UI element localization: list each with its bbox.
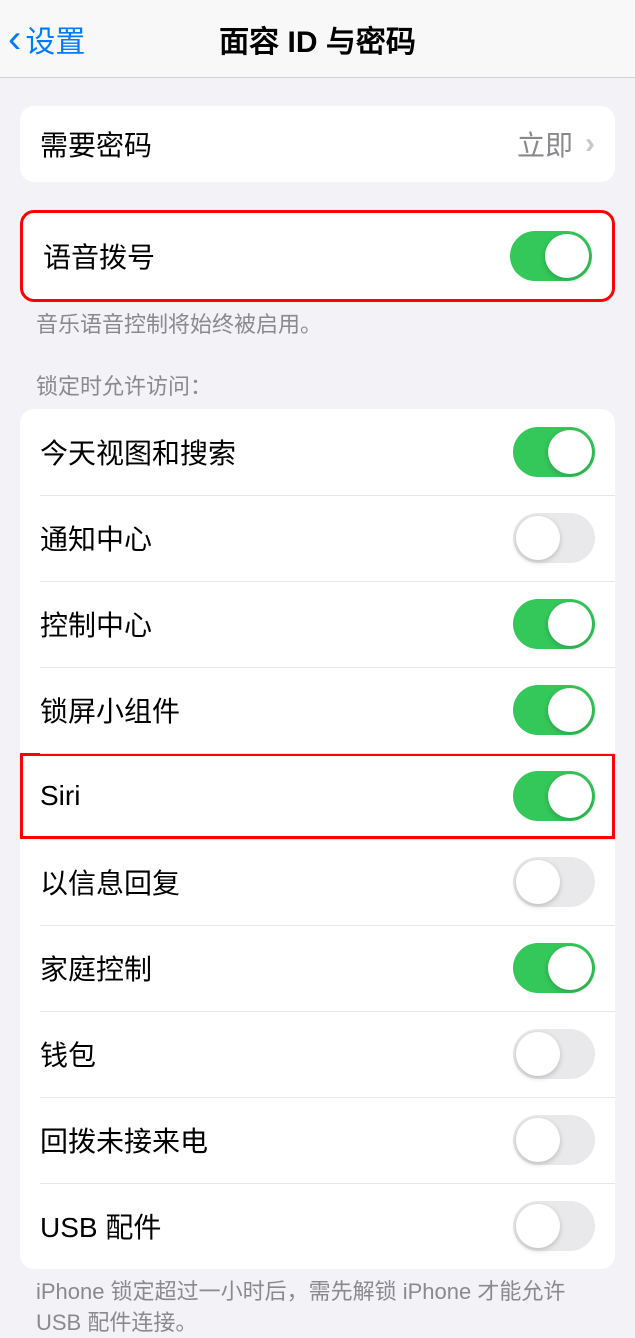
toggle-knob [516, 860, 560, 904]
lock-access-row: 以信息回复 [20, 839, 615, 925]
lock-access-item-label: 钱包 [40, 1034, 96, 1074]
lock-access-header: 锁定时允许访问： [20, 369, 615, 409]
lock-access-item-toggle[interactable] [513, 685, 595, 735]
lock-access-item-label: 控制中心 [40, 604, 152, 644]
lock-access-row: Siri [20, 753, 615, 839]
require-passcode-label: 需要密码 [40, 124, 152, 164]
chevron-left-icon: ‹ [8, 19, 21, 59]
toggle-knob [516, 1118, 560, 1162]
lock-access-row: 锁屏小组件 [20, 667, 615, 753]
lock-access-row: 回拨未接来电 [20, 1097, 615, 1183]
toggle-knob [516, 1204, 560, 1248]
require-passcode-value: 立即 [517, 124, 573, 164]
lock-access-row: 钱包 [20, 1011, 615, 1097]
back-button[interactable]: ‹ 设置 [8, 17, 85, 61]
lock-access-item-label: 锁屏小组件 [40, 690, 180, 730]
lock-access-item-toggle[interactable] [513, 1201, 595, 1251]
navigation-bar: ‹ 设置 面容 ID 与密码 [0, 0, 635, 78]
lock-access-row: 控制中心 [20, 581, 615, 667]
page-title: 面容 ID 与密码 [219, 17, 416, 61]
lock-access-row: 今天视图和搜索 [20, 409, 615, 495]
lock-access-row: USB 配件 [20, 1183, 615, 1269]
toggle-knob [545, 234, 589, 278]
toggle-knob [516, 1032, 560, 1076]
voice-dial-label: 语音拨号 [43, 236, 155, 276]
voice-dial-toggle[interactable] [510, 231, 592, 281]
toggle-knob [548, 946, 592, 990]
lock-access-list: 今天视图和搜索通知中心控制中心锁屏小组件 Siri 以信息回复家庭控制钱包回拨未接来… [20, 409, 615, 1269]
lock-access-item-toggle[interactable] [513, 599, 595, 649]
toggle-knob [548, 602, 592, 646]
voice-dial-row: 语音拨号 [23, 213, 612, 299]
chevron-right-icon: › [585, 127, 595, 161]
lock-access-row: 家庭控制 [20, 925, 615, 1011]
lock-access-item-toggle[interactable] [513, 1029, 595, 1079]
toggle-knob [516, 516, 560, 560]
lock-access-item-label: 通知中心 [40, 518, 152, 558]
lock-access-item-label: 回拨未接来电 [40, 1120, 208, 1160]
voice-dial-footer: 音乐语音控制将始终被启用。 [20, 302, 615, 341]
back-label: 设置 [25, 17, 85, 61]
lock-access-item-label: 以信息回复 [40, 862, 180, 902]
lock-access-item-toggle[interactable] [513, 857, 595, 907]
require-passcode-row[interactable]: 需要密码 立即 › [20, 106, 615, 182]
lock-access-item-label: USB 配件 [40, 1206, 161, 1246]
lock-access-footer: iPhone 锁定超过一小时后，需先解锁 iPhone 才能允许 USB 配件连… [20, 1269, 615, 1338]
lock-access-item-label: 家庭控制 [40, 948, 152, 988]
lock-access-item-label: Siri [40, 780, 80, 812]
lock-access-item-label: 今天视图和搜索 [40, 432, 236, 472]
lock-access-item-toggle[interactable] [513, 943, 595, 993]
lock-access-row: 通知中心 [20, 495, 615, 581]
toggle-knob [548, 688, 592, 732]
toggle-knob [548, 430, 592, 474]
toggle-knob [548, 774, 592, 818]
lock-access-item-toggle[interactable] [513, 771, 595, 821]
lock-access-item-toggle[interactable] [513, 1115, 595, 1165]
lock-access-item-toggle[interactable] [513, 427, 595, 477]
lock-access-item-toggle[interactable] [513, 513, 595, 563]
